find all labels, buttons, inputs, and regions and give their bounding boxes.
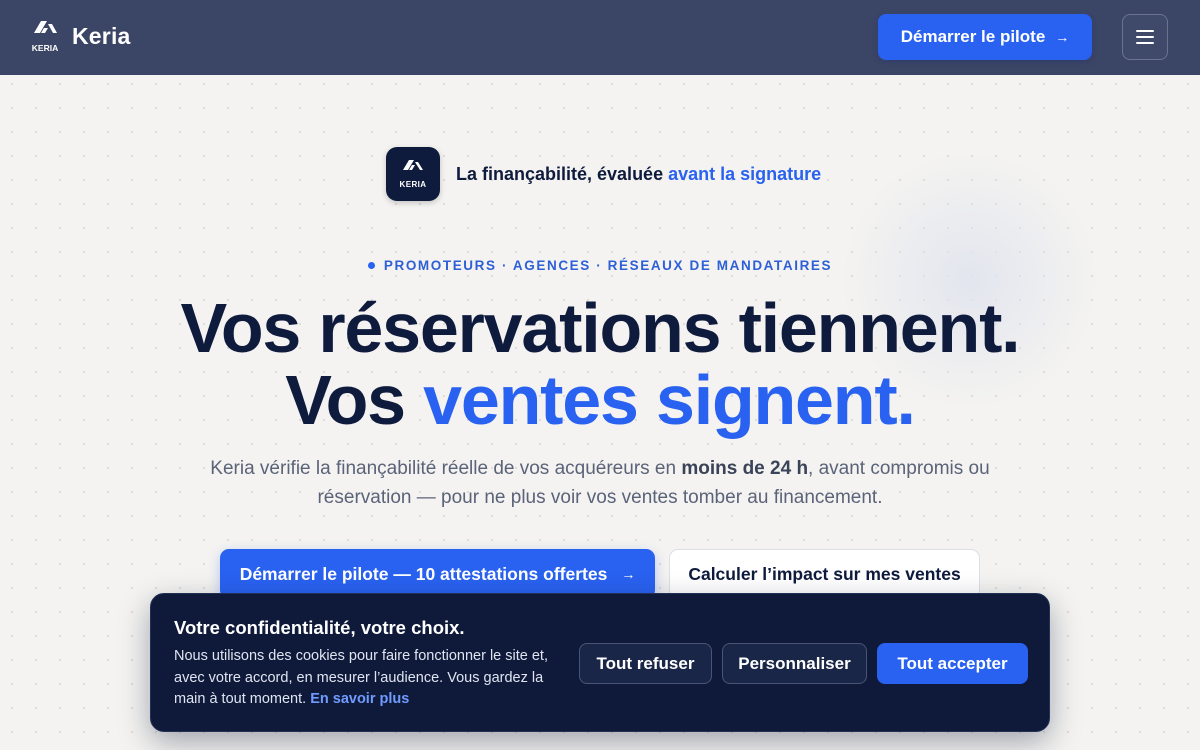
- cookie-title: Votre confidentialité, votre choix.: [174, 617, 465, 638]
- cta-secondary-label: Calculer l’impact sur mes ventes: [688, 563, 961, 584]
- learn-more-link[interactable]: En savoir plus: [310, 691, 409, 707]
- tagline-accent: avant la signature: [668, 163, 822, 184]
- tagline-main: La finançabilité, évaluée: [456, 163, 664, 184]
- subtitle-bold: moins de 24 h: [681, 458, 809, 479]
- start-pilot-offer-button[interactable]: Démarrer le pilote — 10 attestations off…: [220, 549, 655, 599]
- tagline-text: La finançabilité, évaluée avant la signa…: [456, 164, 821, 185]
- start-pilot-button[interactable]: Démarrer le pilote →: [878, 14, 1092, 60]
- arrow-right-icon: →: [621, 566, 636, 582]
- eyebrow-text: PROMOTEURS · AGENCES · RÉSEAUX DE MANDAT…: [383, 258, 833, 273]
- cookie-description: Nous utilisons des cookies pour faire fo…: [174, 646, 554, 711]
- arrow-right-icon: →: [1055, 29, 1070, 45]
- cta-primary-label: Démarrer le pilote — 10 attestations off…: [239, 563, 608, 584]
- hero-subtitle: Keria vérifie la finançabilité réelle de…: [200, 454, 1000, 512]
- headline-accent: ventes signent.: [423, 361, 916, 439]
- app-icon-text: KERIA: [399, 180, 427, 189]
- headline-line-2-prefix: Vos: [285, 361, 406, 439]
- brand-name: Keria: [72, 23, 131, 49]
- keria-app-icon: KERIA: [386, 147, 440, 201]
- tagline-row: KERIA La finançabilité, évaluée avant la…: [386, 147, 821, 201]
- dot-icon: [367, 262, 375, 269]
- start-pilot-label: Démarrer le pilote: [900, 27, 1046, 46]
- top-navbar: KERIA Keria Démarrer le pilote →: [0, 0, 1200, 75]
- keria-logo-icon: KERIA: [32, 21, 58, 53]
- subtitle-before: Keria vérifie la finançabilité réelle de…: [210, 458, 677, 479]
- brand-mark-text: KERIA: [32, 43, 58, 53]
- headline-line-1: Vos réservations tiennent.: [180, 289, 1021, 367]
- accept-all-button[interactable]: Tout accepter: [877, 643, 1028, 684]
- cookie-banner: Votre confidentialité, votre choix. Nous…: [150, 593, 1050, 732]
- page-title: Vos réservations tiennent. Vos ventes si…: [0, 292, 1200, 436]
- headline-line-2: Vos ventes signent.: [0, 364, 1200, 436]
- brand-logo-link[interactable]: KERIA Keria: [30, 20, 131, 53]
- hamburger-menu-icon: [1136, 30, 1154, 44]
- calculate-impact-button[interactable]: Calculer l’impact sur mes ventes: [669, 549, 980, 599]
- customize-button[interactable]: Personnaliser: [722, 643, 867, 684]
- menu-button[interactable]: [1122, 14, 1168, 60]
- refuse-all-button[interactable]: Tout refuser: [579, 643, 712, 684]
- keria-logo-icon: [403, 160, 423, 170]
- audience-eyebrow: PROMOTEURS · AGENCES · RÉSEAUX DE MANDAT…: [0, 258, 1200, 273]
